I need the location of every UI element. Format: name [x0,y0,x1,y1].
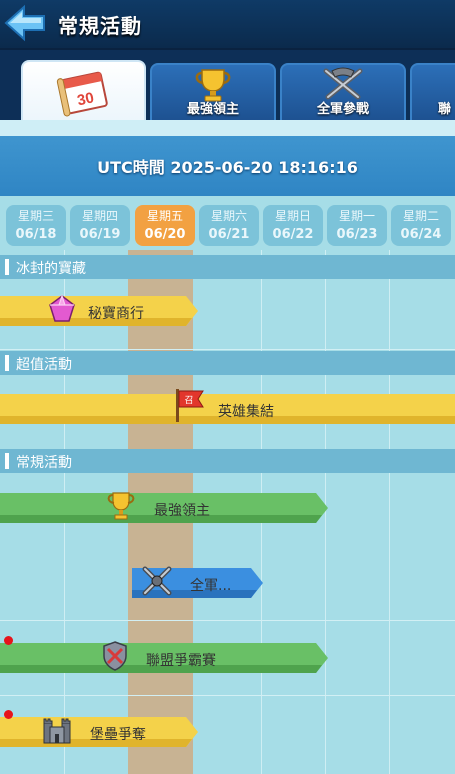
event-label: 秘寶商行 [88,306,144,322]
day-sun[interactable]: 星期日 06/22 [263,205,323,246]
back-arrow-icon [4,4,45,42]
utc-time-bar: UTC時間 2025-06-20 18:16:16 [0,120,455,196]
row-divider [0,620,455,621]
section-marker [5,355,9,371]
day-fri[interactable]: 星期五 06/20 [135,205,195,246]
event-alliance-championship[interactable]: 聯盟爭霸賽 [0,641,329,673]
tab-strongest-lord[interactable]: 最強領主 [150,63,276,125]
day-date: 06/24 [400,227,442,242]
day-date: 06/22 [272,227,314,242]
crossed-swords-icon [142,566,172,596]
day-date: 06/18 [15,227,57,242]
day-weekday: 星期四 [81,209,118,223]
day-weekday: 星期一 [338,209,375,223]
tab-all-army[interactable]: 全軍參戰 [280,63,406,125]
event-fortress-battle[interactable]: 堡壘爭奪 [0,717,199,747]
notification-dot [4,710,13,719]
back-button[interactable] [4,4,46,42]
day-wed[interactable]: 星期三 06/18 [6,205,66,246]
section-marker [5,259,9,275]
day-date: 06/21 [208,227,250,242]
section-marker [5,453,9,469]
section-label: 冰封的寶藏 [16,261,86,277]
section-label: 超值活動 [16,357,72,373]
day-sat[interactable]: 星期六 06/21 [199,205,259,246]
calendar-number: 30 [75,89,95,109]
flag-text: 召 [184,395,193,406]
day-weekday: 星期日 [274,209,311,223]
day-tue[interactable]: 星期二 06/24 [391,205,451,246]
utc-time-text: UTC時間 2025-06-20 18:16:16 [97,158,358,177]
day-mon[interactable]: 星期一 06/23 [327,205,387,246]
tab-bar: 30 最強領主 全軍參戰 聯 [0,50,455,130]
event-all-army[interactable]: 全軍... [132,566,264,598]
event-label: 聯盟爭霸賽 [146,653,216,669]
event-label: 全軍... [190,578,232,594]
tab-alliance[interactable]: 聯 [410,63,455,125]
day-date: 06/23 [336,227,378,242]
section-label: 常規活動 [16,455,72,471]
row-divider [0,695,455,696]
section-regular-events: 常規活動 [0,449,455,473]
page-title: 常規活動 [58,14,142,38]
day-date: 06/20 [144,227,186,242]
flag-icon: 召 [176,389,204,422]
notification-dot [4,636,13,645]
tab-alliance-label: 聯 [438,102,452,117]
header-bar: 常規活動 [0,0,455,50]
day-thu[interactable]: 星期四 06/19 [70,205,130,246]
gem-icon [49,294,75,322]
event-label: 最強領主 [154,503,210,519]
section-frozen-treasure: 冰封的寶藏 [0,255,455,279]
fortress-icon [43,718,71,744]
row-divider [0,349,455,350]
section-value-events: 超值活動 [0,351,455,375]
event-strongest-lord[interactable]: 最強領主 [0,492,329,523]
day-weekday: 星期五 [146,209,183,223]
shield-icon [103,641,127,671]
calendar-icon: 30 [56,71,108,117]
day-weekday: 星期三 [17,209,54,223]
day-weekday: 星期二 [402,209,439,223]
event-treasure-shop[interactable]: 秘寶商行 [0,294,199,326]
tab-all-army-label: 全軍參戰 [316,102,369,117]
day-date: 06/19 [79,227,121,242]
day-weekday: 星期六 [210,209,247,223]
tab-strongest-lord-label: 最強領主 [186,102,239,117]
event-label: 堡壘爭奪 [90,727,146,743]
trophy-icon [107,492,135,520]
event-hero-gathering[interactable]: 召 英雄集結 [0,389,455,424]
event-label: 英雄集結 [218,404,274,420]
schedule-panel: UTC時間 2025-06-20 18:16:16 星期三 06/18 星期四 … [0,120,455,774]
